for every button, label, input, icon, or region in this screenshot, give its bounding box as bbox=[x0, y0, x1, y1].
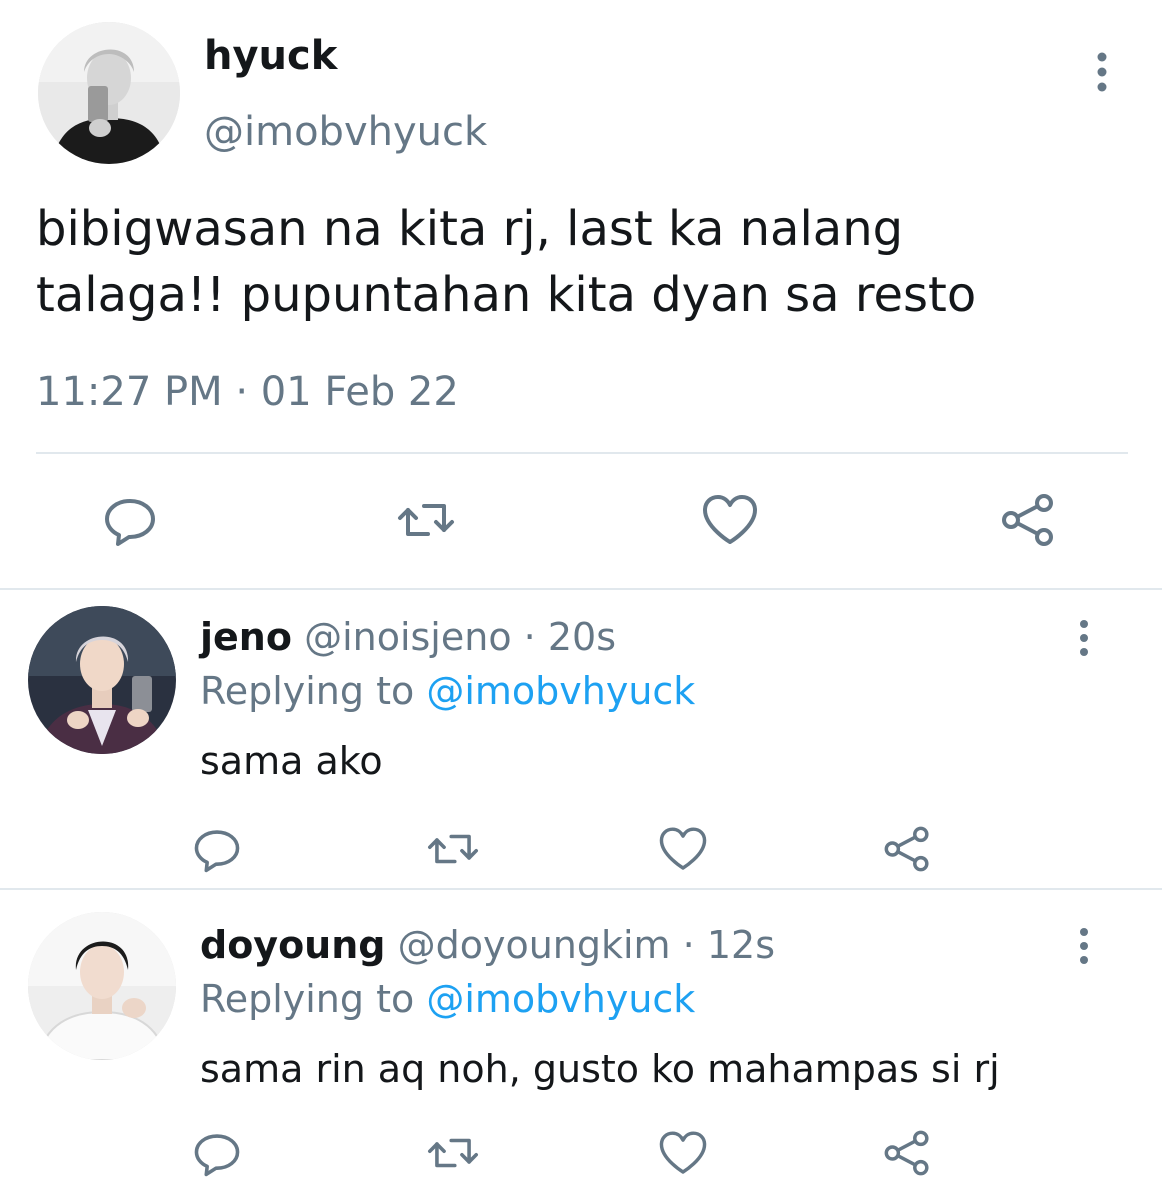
replying-to: Replying to @imobvhyuck bbox=[200, 672, 695, 710]
avatar-doyoung[interactable] bbox=[28, 912, 176, 1060]
avatar-jeno[interactable] bbox=[28, 606, 176, 754]
main-tweet: hyuck @imobvhyuck bibigwasan na kita rj,… bbox=[0, 0, 1162, 590]
reply-button[interactable] bbox=[100, 490, 160, 550]
retweet-icon bbox=[398, 504, 454, 536]
more-vertical-icon[interactable] bbox=[1084, 50, 1120, 94]
meta-separator: · bbox=[523, 615, 536, 659]
reply-icon bbox=[194, 830, 240, 873]
heart-icon bbox=[659, 1131, 707, 1174]
reply-author-name[interactable]: jeno bbox=[200, 615, 292, 659]
reply-author-handle[interactable]: @inoisjeno bbox=[304, 615, 512, 659]
avatar-hyuck[interactable] bbox=[38, 22, 180, 164]
author-handle[interactable]: @imobvhyuck bbox=[204, 112, 487, 152]
share-icon bbox=[1002, 494, 1053, 546]
like-button[interactable] bbox=[656, 1126, 710, 1180]
reply-text: sama ako bbox=[200, 739, 383, 783]
tweet-date: 01 Feb 22 bbox=[260, 369, 459, 415]
retweet-button[interactable] bbox=[426, 1126, 480, 1180]
like-button[interactable] bbox=[656, 822, 710, 876]
tweet-text: bibigwasan na kita rj, last ka nalang ta… bbox=[36, 201, 977, 323]
reply-icon bbox=[194, 1134, 240, 1177]
retweet-button[interactable] bbox=[426, 822, 480, 876]
divider bbox=[36, 452, 1128, 454]
reply-author-handle[interactable]: @doyoungkim bbox=[398, 923, 671, 967]
share-icon bbox=[884, 1130, 929, 1176]
like-button[interactable] bbox=[700, 490, 760, 550]
reply-header: doyoung @doyoungkim · 12s bbox=[200, 926, 775, 964]
reply-button[interactable] bbox=[190, 822, 244, 876]
replying-handle-link[interactable]: @imobvhyuck bbox=[426, 669, 695, 713]
reply-tweet: jeno @inoisjeno · 20s Replying to @imobv… bbox=[0, 590, 1162, 888]
author-name[interactable]: hyuck bbox=[204, 36, 337, 76]
meta-separator: · bbox=[235, 369, 249, 415]
more-vertical-icon[interactable] bbox=[1068, 926, 1100, 966]
retweet-button[interactable] bbox=[396, 490, 456, 550]
replying-label: Replying to bbox=[200, 669, 415, 713]
heart-icon bbox=[659, 827, 707, 870]
share-button[interactable] bbox=[880, 1126, 934, 1180]
retweet-icon bbox=[428, 1138, 478, 1168]
meta-separator: · bbox=[682, 923, 695, 967]
tweet-time: 11:27 PM bbox=[36, 369, 223, 415]
replying-handle-link[interactable]: @imobvhyuck bbox=[426, 977, 695, 1021]
more-vertical-icon[interactable] bbox=[1068, 618, 1100, 658]
replying-to: Replying to @imobvhyuck bbox=[200, 980, 695, 1018]
reply-tweet: doyoung @doyoungkim · 12s Replying to @i… bbox=[0, 890, 1162, 1200]
share-button[interactable] bbox=[880, 822, 934, 876]
reply-icon bbox=[105, 499, 155, 546]
reply-text: sama rin aq noh, gusto ko mahampas si rj bbox=[200, 1047, 1000, 1091]
retweet-icon bbox=[428, 834, 478, 864]
share-button[interactable] bbox=[998, 490, 1058, 550]
reply-age: 12s bbox=[706, 923, 776, 967]
reply-button[interactable] bbox=[190, 1126, 244, 1180]
reply-header: jeno @inoisjeno · 20s bbox=[200, 618, 616, 656]
tweet-timestamp: 11:27 PM · 01 Feb 22 bbox=[36, 372, 459, 412]
replying-label: Replying to bbox=[200, 977, 415, 1021]
heart-icon bbox=[703, 495, 757, 544]
share-icon bbox=[884, 826, 929, 872]
reply-age: 20s bbox=[547, 615, 617, 659]
reply-author-name[interactable]: doyoung bbox=[200, 923, 386, 967]
